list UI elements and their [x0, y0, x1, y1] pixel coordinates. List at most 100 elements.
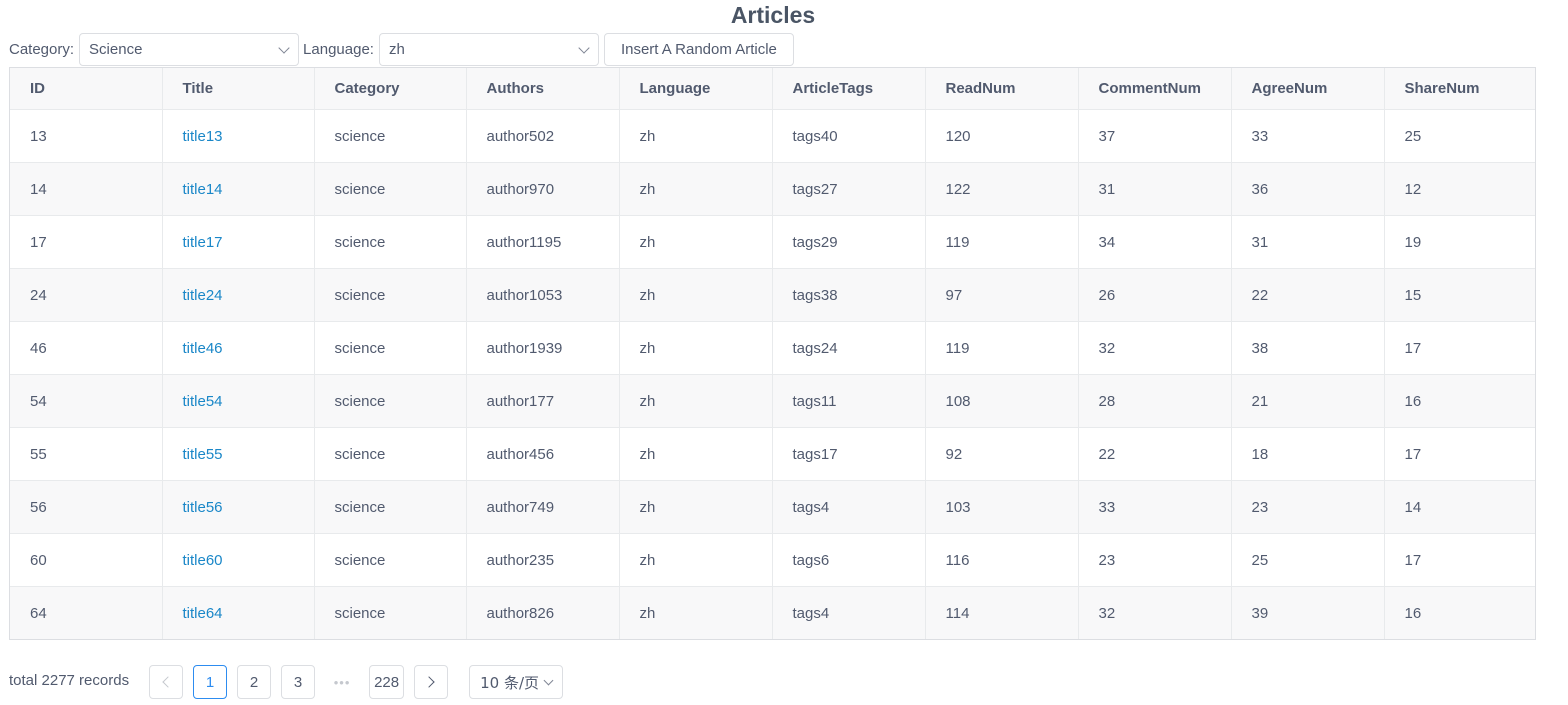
cell-articletags: tags4 [772, 586, 926, 639]
cell-authors: author177 [466, 374, 620, 428]
cell-id: 64 [10, 586, 163, 639]
article-title-link[interactable]: title60 [183, 552, 223, 569]
article-title-link[interactable]: title64 [183, 605, 223, 622]
article-title-link[interactable]: title56 [183, 499, 223, 516]
column-header-commentnum: CommentNum [1078, 68, 1232, 110]
cell-agreenum: 33 [1231, 109, 1385, 163]
table-row[interactable]: 55 title55 science author456 zh tags17 92 22 18 1… [10, 427, 1535, 481]
chevron-down-icon [543, 675, 554, 685]
language-select[interactable]: zh [378, 33, 599, 66]
cell-readnum: 119 [925, 215, 1079, 269]
prev-page-button[interactable] [149, 665, 184, 699]
cell-title: title55 [162, 427, 315, 481]
page-3-button[interactable]: 3 [281, 665, 316, 699]
cell-sharenum: 17 [1384, 533, 1535, 587]
insert-random-article-button[interactable]: Insert A Random Article [603, 33, 794, 66]
cell-agreenum: 38 [1231, 321, 1385, 375]
cell-sharenum: 16 [1384, 586, 1535, 639]
article-title-link[interactable]: title13 [183, 128, 223, 145]
cell-language: zh [619, 268, 773, 322]
language-label: Language: [303, 41, 374, 58]
cell-language: zh [619, 321, 773, 375]
page-title: Articles [730, 2, 816, 28]
cell-title: title13 [162, 109, 315, 163]
page-last-button[interactable]: 228 [369, 665, 405, 699]
cell-commentnum: 32 [1078, 321, 1232, 375]
article-title-link[interactable]: title54 [183, 393, 223, 410]
cell-sharenum: 15 [1384, 268, 1535, 322]
cell-articletags: tags24 [772, 321, 926, 375]
page-size-value: 10 条/页 [480, 673, 540, 692]
cell-readnum: 103 [925, 480, 1079, 534]
table-row[interactable]: 24 title24 science author1053 zh tags38 97 26 22… [10, 268, 1535, 322]
cell-sharenum: 19 [1384, 215, 1535, 269]
table-row[interactable]: 54 title54 science author177 zh tags11 108 28 21… [10, 374, 1535, 428]
table-row[interactable]: 17 title17 science author1195 zh tags29 119 34 3… [10, 215, 1535, 269]
column-header-authors: Authors [466, 68, 620, 110]
cell-sharenum: 14 [1384, 480, 1535, 534]
cell-readnum: 116 [925, 533, 1079, 587]
table-row[interactable]: 14 title14 science author970 zh tags27 122 31 36… [10, 162, 1535, 216]
cell-title: title17 [162, 215, 315, 269]
cell-commentnum: 34 [1078, 215, 1232, 269]
cell-articletags: tags38 [772, 268, 926, 322]
cell-agreenum: 31 [1231, 215, 1385, 269]
cell-language: zh [619, 215, 773, 269]
article-title-link[interactable]: title24 [183, 287, 223, 304]
cell-title: title56 [162, 480, 315, 534]
column-header-sharenum: ShareNum [1384, 68, 1535, 110]
article-title-link[interactable]: title55 [183, 446, 223, 463]
cell-articletags: tags27 [772, 162, 926, 216]
chevron-left-icon [162, 676, 174, 688]
jump-next-ellipsis[interactable]: ••• [325, 665, 360, 699]
cell-sharenum: 25 [1384, 109, 1535, 163]
cell-sharenum: 16 [1384, 374, 1535, 428]
column-header-language: Language [619, 68, 773, 110]
category-select[interactable]: Science [79, 33, 300, 66]
cell-id: 55 [10, 427, 163, 481]
article-title-link[interactable]: title14 [183, 181, 223, 198]
cell-readnum: 122 [925, 162, 1079, 216]
cell-id: 46 [10, 321, 163, 375]
article-title-link[interactable]: title17 [183, 234, 223, 251]
cell-title: title64 [162, 586, 315, 639]
cell-category: science [314, 321, 467, 375]
cell-category: science [314, 374, 467, 428]
cell-commentnum: 28 [1078, 374, 1232, 428]
page-size-select[interactable]: 10 条/页 [469, 665, 564, 699]
cell-language: zh [619, 480, 773, 534]
total-records: total 2277 records [9, 672, 130, 689]
page-2-button[interactable]: 2 [237, 665, 272, 699]
cell-commentnum: 22 [1078, 427, 1232, 481]
cell-commentnum: 32 [1078, 586, 1232, 639]
column-header-category: Category [314, 68, 467, 110]
cell-articletags: tags4 [772, 480, 926, 534]
cell-articletags: tags11 [772, 374, 926, 428]
table-row[interactable]: 46 title46 science author1939 zh tags24 119 32 3… [10, 321, 1535, 375]
column-header-agreenum: AgreeNum [1231, 68, 1385, 110]
cell-readnum: 120 [925, 109, 1079, 163]
table-row[interactable]: 64 title64 science author826 zh tags4 114 32 39 1… [10, 586, 1535, 639]
cell-id: 60 [10, 533, 163, 587]
table-row[interactable]: 56 title56 science author749 zh tags4 103 33 23 1… [10, 480, 1535, 534]
page-1-button[interactable]: 1 [193, 665, 228, 699]
cell-agreenum: 18 [1231, 427, 1385, 481]
cell-commentnum: 23 [1078, 533, 1232, 587]
cell-title: title60 [162, 533, 315, 587]
cell-articletags: tags29 [772, 215, 926, 269]
cell-authors: author1053 [466, 268, 620, 322]
article-title-link[interactable]: title46 [183, 340, 223, 357]
table-row[interactable]: 13 title13 science author502 zh tags40 120 37 33… [10, 109, 1535, 163]
cell-category: science [314, 215, 467, 269]
table-row[interactable]: 60 title60 science author235 zh tags6 116 23 25 1… [10, 533, 1535, 587]
cell-authors: author826 [466, 586, 620, 639]
cell-commentnum: 31 [1078, 162, 1232, 216]
cell-agreenum: 22 [1231, 268, 1385, 322]
cell-readnum: 108 [925, 374, 1079, 428]
cell-commentnum: 33 [1078, 480, 1232, 534]
cell-commentnum: 37 [1078, 109, 1232, 163]
cell-readnum: 114 [925, 586, 1079, 639]
cell-articletags: tags17 [772, 427, 926, 481]
cell-agreenum: 36 [1231, 162, 1385, 216]
next-page-button[interactable] [414, 665, 449, 699]
